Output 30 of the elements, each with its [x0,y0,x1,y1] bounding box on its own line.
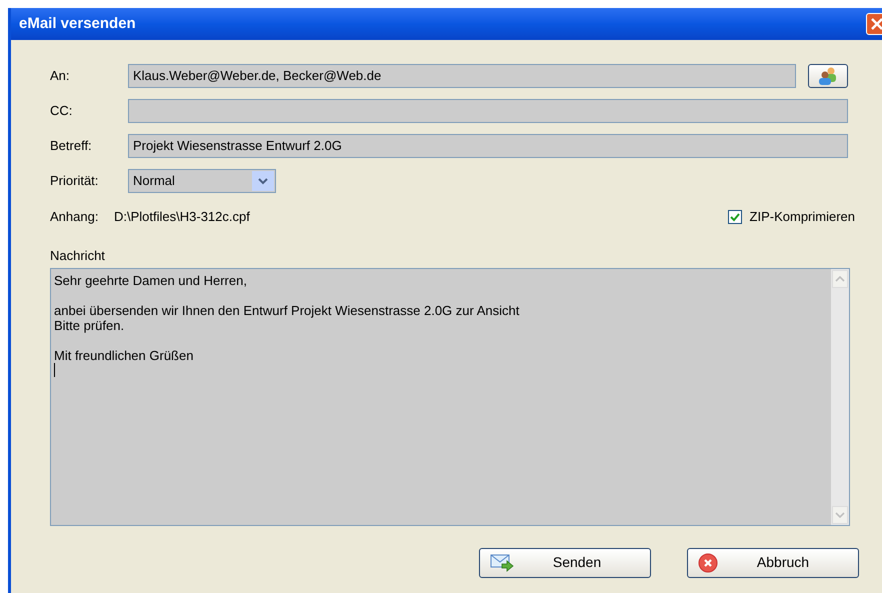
field-value: Klaus.Weber@Weber.de, Becker@Web.de [133,67,382,86]
envelope-arrow-icon [490,554,514,572]
cancel-icon [698,552,718,572]
send-button[interactable]: Senden [479,548,651,578]
checkbox-label: ZIP-Komprimieren [750,208,855,226]
address-book-button[interactable] [808,64,848,88]
close-button[interactable] [866,13,882,35]
message-text: Sehr geehrte Damen und Herren, anbei übersenden wir Ihnen den Entwurf Projekt Wiesenstrasse 2.0G zur Ansicht Bitte prüfen. Mit freundlichen Grüßen [54,272,520,362]
text-field[interactable]: Projekt Wiesenstrasse Entwurf 2.0G [128,134,848,158]
text-cursor [54,362,55,376]
window-title: eMail versenden [19,14,136,34]
attachment-path: D:\Plotfiles\H3-312c.cpf [114,208,251,226]
zip-checkbox[interactable] [728,210,742,224]
priority-dropdown[interactable]: Normal [128,169,276,193]
people-icon [817,67,839,85]
cancel-button[interactable]: Abbruch [687,548,859,578]
field-label: CC: [50,102,74,120]
message-label: Nachricht [50,247,105,265]
field-label: Priorität: [50,172,100,190]
text-field[interactable]: Klaus.Weber@Weber.de, Becker@Web.de [128,64,796,88]
close-icon [871,18,882,30]
scrollbar[interactable] [831,268,849,524]
field-label: An: [50,67,71,86]
scroll-up-icon [832,270,848,288]
field-value: Projekt Wiesenstrasse Entwurf 2.0G [133,137,342,156]
text-field[interactable] [128,99,848,123]
scroll-down-icon [832,506,848,524]
message-textarea[interactable]: Sehr geehrte Damen und Herren, anbei übersenden wir Ihnen den Entwurf Projekt Wiesenstrasse 2.0G zur Ansicht Bitte prüfen. Mit freundlichen Grüßen [50,268,850,526]
field-label: Betreff: [50,137,93,156]
field-label: Anhang: [50,208,100,226]
